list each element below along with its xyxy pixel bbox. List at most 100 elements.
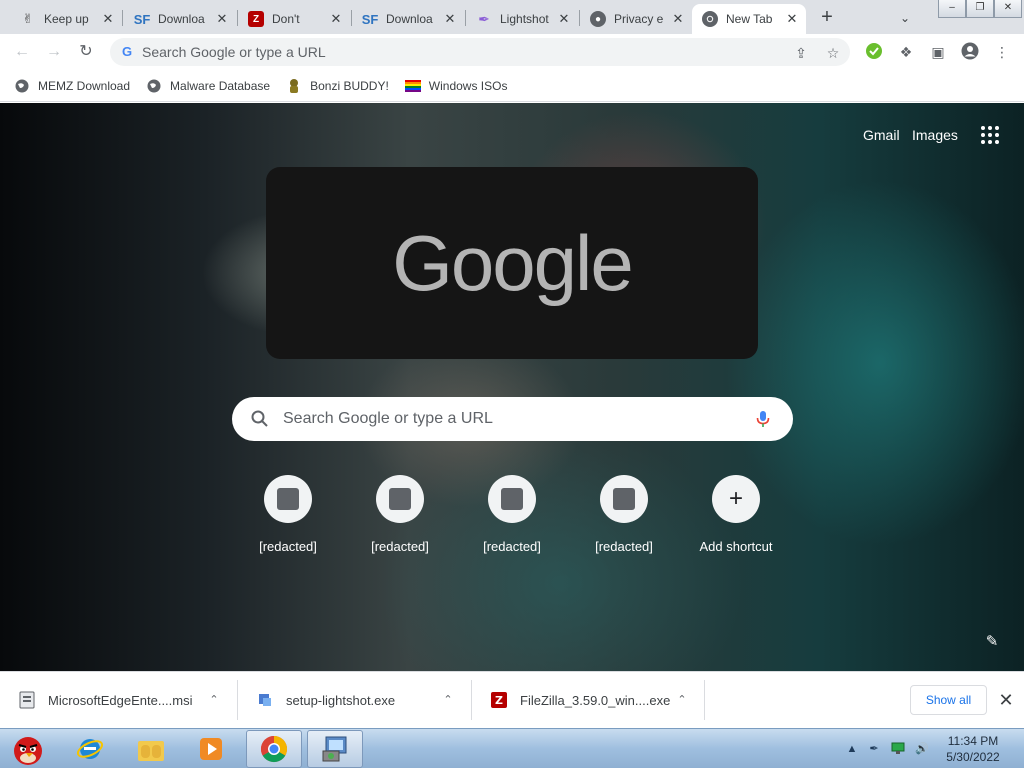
- download-item-edge-msi[interactable]: MicrosoftEdgeEnte....msi ⌃: [0, 680, 236, 720]
- omnibox[interactable]: G ⇪ ☆: [110, 38, 850, 66]
- tab-strip: ✌ Keep up ✕ SF Downloa ✕ Z Don't ✕ SF Do…: [0, 0, 1024, 34]
- tab-new-tab[interactable]: New Tab ✕: [692, 4, 806, 34]
- close-tab-icon[interactable]: ✕: [328, 11, 344, 27]
- profile-avatar-icon[interactable]: [960, 42, 980, 62]
- download-item-filezilla[interactable]: Z FileZilla_3.59.0_win....exe ⌃: [472, 680, 704, 720]
- add-shortcut-tile[interactable]: + Add shortcut: [680, 475, 792, 567]
- download-filename: setup-lightshot.exe: [286, 692, 396, 708]
- msi-installer-icon: [18, 691, 36, 709]
- ntp-search-input[interactable]: [283, 409, 743, 429]
- tab-lightshot[interactable]: ✒ Lightshot ✕: [466, 4, 578, 34]
- close-window-button[interactable]: ✕: [994, 0, 1022, 18]
- taskbar-chrome-icon[interactable]: [246, 730, 302, 768]
- ntp-search-box[interactable]: [232, 397, 793, 441]
- close-tab-icon[interactable]: ✕: [556, 11, 572, 27]
- extension-green-icon[interactable]: [864, 42, 884, 62]
- tab-title: Downloa: [158, 12, 205, 26]
- tab-filezilla[interactable]: Z Don't ✕: [238, 4, 350, 34]
- tab-keep-up[interactable]: ✌ Keep up ✕: [10, 4, 122, 34]
- chevron-up-icon[interactable]: ⌃: [674, 692, 690, 708]
- rainbow-flag-icon: [404, 78, 421, 94]
- images-link[interactable]: Images: [912, 127, 958, 143]
- bookmark-star-icon[interactable]: ☆: [825, 45, 841, 61]
- bookmark-label: Bonzi BUDDY!: [310, 78, 389, 93]
- bookmark-memz-download[interactable]: MEMZ Download: [14, 78, 130, 94]
- close-tab-icon[interactable]: ✕: [670, 11, 686, 27]
- start-button-angry-bird-icon[interactable]: [0, 730, 56, 768]
- taskbar-media-player-icon[interactable]: [183, 730, 239, 768]
- globe-graphic: [15, 79, 29, 92]
- taskbar-internet-explorer-icon[interactable]: [62, 730, 118, 768]
- close-tab-icon[interactable]: ✕: [442, 11, 458, 27]
- bonzi-icon: [286, 78, 302, 94]
- globe-icon: ●: [590, 11, 606, 27]
- bookmark-label: Malware Database: [170, 78, 271, 93]
- show-all-downloads-button[interactable]: Show all: [910, 685, 987, 715]
- chevron-up-icon[interactable]: ⌃: [440, 692, 456, 708]
- clock-time: 11:34 PM: [947, 734, 999, 748]
- show-hidden-icons-chevron-icon[interactable]: ▲: [844, 741, 860, 757]
- shortcut-icon-circle: +: [712, 475, 760, 523]
- tab-privacy[interactable]: ● Privacy e ✕: [580, 4, 692, 34]
- shortcut-tile-3[interactable]: [redacted]: [456, 475, 568, 567]
- maximize-button[interactable]: ❐: [966, 0, 994, 18]
- profile-avatar-graphic: [961, 42, 979, 60]
- taskbar-libraries-icon[interactable]: [123, 730, 179, 768]
- sourceforge-icon: SF: [133, 11, 151, 27]
- volume-icon[interactable]: 🔊: [914, 741, 930, 757]
- google-logo-box: Google: [266, 167, 758, 359]
- bookmark-label: MEMZ Download: [38, 78, 131, 93]
- new-tab-button[interactable]: +: [816, 7, 838, 29]
- setup-icon: [256, 691, 274, 709]
- google-apps-icon[interactable]: [978, 123, 1002, 147]
- tab-sourceforge-1[interactable]: SF Downloa ✕: [124, 4, 236, 34]
- forward-button[interactable]: →: [44, 42, 64, 62]
- google-logo: Google: [392, 218, 634, 307]
- tab-search-chevron-icon[interactable]: ⌄: [895, 8, 915, 28]
- tab-title: Lightshot: [500, 12, 549, 26]
- network-icon[interactable]: [890, 741, 906, 757]
- tray-feather-icon[interactable]: ✒: [866, 741, 882, 757]
- redacted-tile-icon: [613, 488, 635, 510]
- windows-taskbar: ▲ ✒ 🔊 11:34 PM 5/30/2022: [0, 728, 1024, 768]
- shortcut-tile-2[interactable]: [redacted]: [344, 475, 456, 567]
- side-panel-icon[interactable]: ▣: [928, 42, 948, 62]
- bookmark-bonzi-buddy[interactable]: Bonzi BUDDY!: [286, 78, 389, 94]
- minimize-button[interactable]: –: [938, 0, 966, 18]
- close-tab-icon[interactable]: ✕: [100, 11, 116, 27]
- globe-icon: [146, 78, 162, 94]
- rainbow-flag-graphic: [404, 79, 421, 92]
- bookmark-malware-database[interactable]: Malware Database: [146, 78, 270, 94]
- shortcut-tile-1[interactable]: [redacted]: [232, 475, 344, 567]
- clock-date: 5/30/2022: [946, 750, 1000, 764]
- browser-toolbar: ← → ↻ G ⇪ ☆ ❖ ▣ ⋮: [0, 34, 1024, 70]
- close-tab-icon[interactable]: ✕: [784, 11, 800, 27]
- shortcut-label: [redacted]: [259, 539, 317, 554]
- microphone-icon[interactable]: [753, 409, 773, 429]
- close-tab-icon[interactable]: ✕: [214, 11, 230, 27]
- shortcut-tile-4[interactable]: [redacted]: [568, 475, 680, 567]
- chrome-icon: [702, 11, 718, 27]
- taskbar-clock[interactable]: 11:34 PM 5/30/2022: [936, 733, 1010, 765]
- bookmark-windows-isos[interactable]: Windows ISOs: [404, 78, 507, 94]
- shortcut-label: [redacted]: [595, 539, 653, 554]
- tab-sourceforge-2[interactable]: SF Downloa ✕: [352, 4, 464, 34]
- menu-kebab-icon[interactable]: ⋮: [992, 42, 1012, 62]
- omnibox-input[interactable]: [142, 42, 782, 62]
- reload-button[interactable]: ↻: [76, 42, 96, 62]
- filezilla-icon: Z: [490, 691, 508, 709]
- back-button[interactable]: ←: [12, 42, 32, 62]
- share-icon[interactable]: ⇪: [793, 45, 809, 61]
- close-shelf-icon[interactable]: ✕: [996, 690, 1016, 710]
- chevron-up-icon[interactable]: ⌃: [206, 692, 222, 708]
- gmail-link[interactable]: Gmail: [863, 127, 900, 143]
- download-item-lightshot[interactable]: setup-lightshot.exe ⌃: [238, 680, 470, 720]
- extensions-puzzle-icon[interactable]: ❖: [896, 42, 916, 62]
- taskbar-installer-icon[interactable]: [307, 730, 363, 768]
- hand-sign-icon: ✌: [22, 11, 34, 26]
- angry-bird-graphic: [14, 737, 42, 765]
- filezilla-icon: Z: [248, 11, 264, 27]
- tab-title: Privacy e: [614, 12, 664, 26]
- tab-title: New Tab: [726, 12, 773, 26]
- customize-pencil-icon[interactable]: ✎: [980, 630, 1004, 654]
